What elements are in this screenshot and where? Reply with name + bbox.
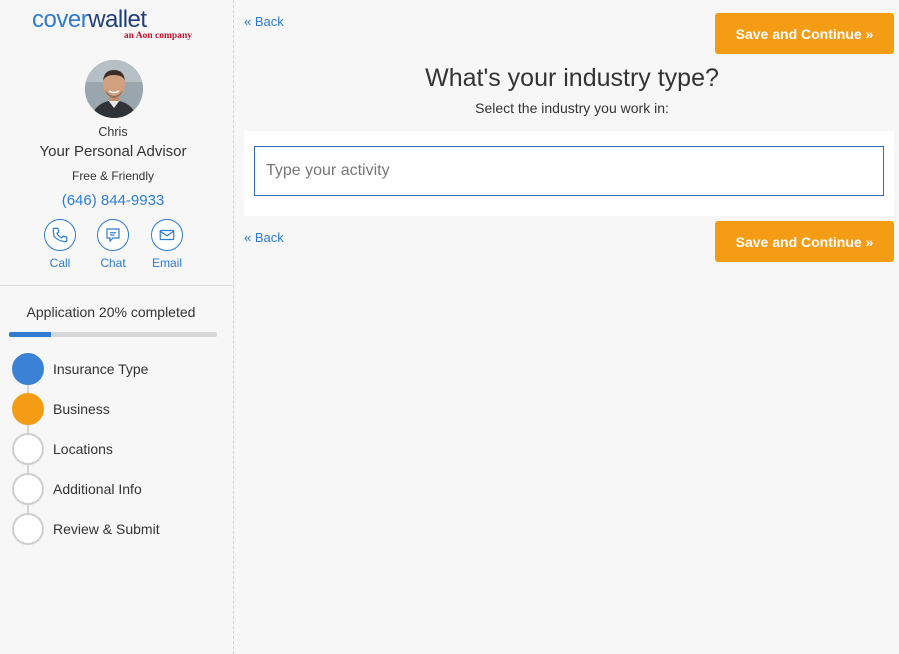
coverwallet-logo[interactable]: coverwallet an Aon company: [32, 6, 202, 46]
step-label: Business: [53, 401, 110, 417]
step-indicator: [12, 473, 44, 505]
industry-form-card: [244, 131, 894, 216]
email-button[interactable]: Email: [147, 219, 187, 270]
step-indicator: [12, 393, 44, 425]
phone-icon: [44, 219, 76, 251]
step-indicator: [12, 353, 44, 385]
advisor-name: Chris: [98, 125, 128, 139]
page-title: What's your industry type?: [425, 64, 719, 92]
logo-cover-text: cover: [32, 6, 89, 33]
advisor-phone-link[interactable]: (646) 844-9933: [0, 192, 226, 209]
chat-icon: [97, 219, 129, 251]
call-label: Call: [49, 256, 71, 270]
step-label: Review & Submit: [53, 521, 160, 537]
email-label: Email: [151, 256, 182, 270]
progress-bar-fill: [9, 332, 51, 337]
call-button[interactable]: Call: [40, 219, 80, 270]
step-label: Insurance Type: [53, 361, 149, 377]
page-subtitle: Select the industry you work in:: [475, 100, 669, 116]
save-continue-button-top[interactable]: Save and Continue »: [715, 13, 894, 54]
chat-button[interactable]: Chat: [93, 219, 133, 270]
logo-tagline: an Aon company: [123, 31, 192, 41]
step-indicator: [12, 433, 44, 465]
step-locations[interactable]: Locations: [12, 433, 227, 465]
step-review-submit[interactable]: Review & Submit: [12, 513, 227, 545]
progress-label: Application 20% completed: [26, 304, 196, 320]
back-link-bottom[interactable]: « Back: [244, 230, 284, 245]
advisor-tagline: Free & Friendly: [71, 169, 155, 183]
logo-wordmark: coverwallet: [32, 6, 147, 34]
email-icon: [151, 219, 183, 251]
back-link-top[interactable]: « Back: [244, 14, 284, 29]
step-indicator: [12, 513, 44, 545]
chat-label: Chat: [100, 256, 126, 270]
save-continue-button-bottom[interactable]: Save and Continue »: [715, 221, 894, 262]
progress-bar: [9, 332, 217, 337]
logo-wallet-text: wallet: [88, 6, 147, 33]
step-insurance-type[interactable]: Insurance Type: [12, 353, 227, 385]
sidebar: coverwallet an Aon company Chris Your Pe…: [0, 0, 234, 654]
step-label: Additional Info: [53, 481, 142, 497]
sidebar-divider: [0, 285, 233, 286]
step-business[interactable]: Business: [12, 393, 227, 425]
advisor-avatar: [85, 60, 143, 118]
step-label: Locations: [53, 441, 113, 457]
advisor-title: Your Personal Advisor: [39, 143, 187, 160]
activity-search-input[interactable]: [254, 146, 884, 196]
step-additional-info[interactable]: Additional Info: [12, 473, 227, 505]
